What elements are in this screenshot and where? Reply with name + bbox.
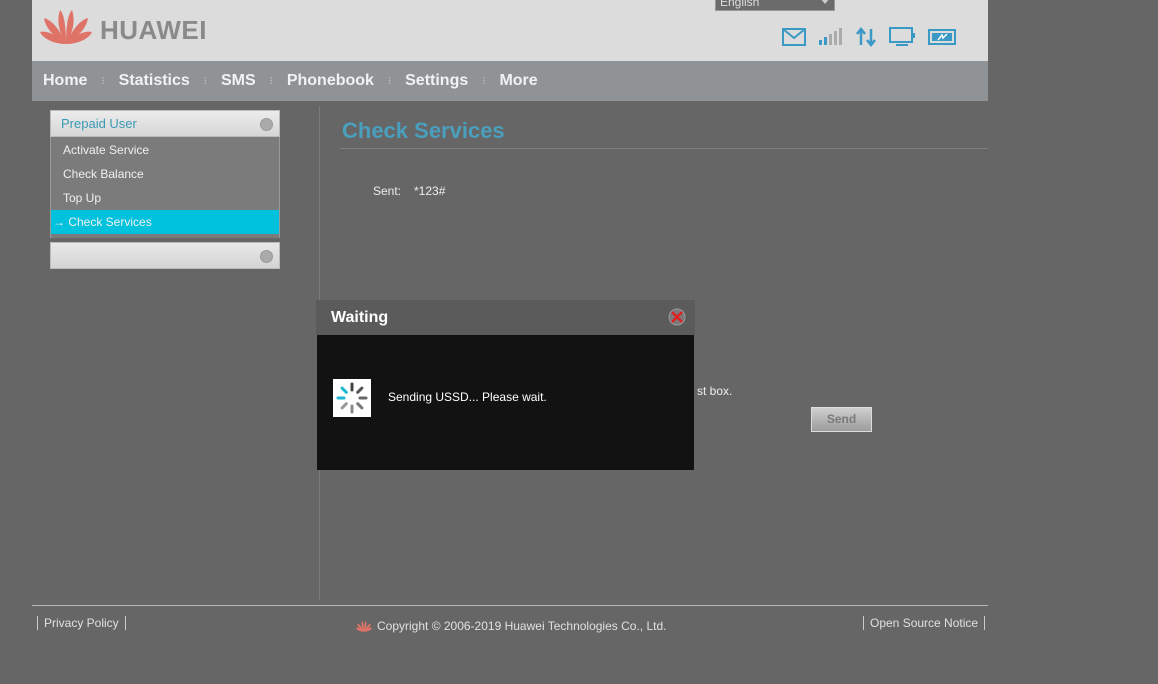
copyright-text: Copyright © 2006-2019 Huawei Technologie…	[377, 619, 667, 633]
footer-divider	[32, 605, 988, 606]
data-transfer-icon	[856, 27, 876, 47]
chevron-down-icon	[820, 0, 830, 4]
sidebar-section-header[interactable]: Prepaid User	[50, 110, 280, 137]
huawei-logo-icon	[40, 10, 92, 44]
nav-separator: ⁝	[482, 75, 486, 87]
dialog-body: Sending USSD... Please wait.	[317, 335, 694, 470]
privacy-policy-link[interactable]: Privacy Policy	[37, 616, 126, 630]
envelope-icon[interactable]	[782, 28, 806, 46]
language-select[interactable]: English	[715, 0, 835, 11]
dialog-message: Sending USSD... Please wait.	[388, 390, 547, 404]
page-title: Check Services	[342, 118, 505, 143]
hint-text: st box.	[697, 384, 733, 398]
sidebar-item-top-up[interactable]: Top Up	[51, 186, 279, 210]
brand-name: HUAWEI	[100, 15, 207, 45]
main-nav: Home ⁝ Statistics ⁝ SMS ⁝ Phonebook ⁝ Se…	[32, 61, 988, 101]
title-divider	[340, 148, 988, 149]
sent-value: *123#	[414, 184, 446, 198]
sidebar: Prepaid User Activate Service Check Bala…	[50, 110, 280, 269]
open-source-notice-link[interactable]: Open Source Notice	[863, 616, 986, 630]
nav-separator: ⁝	[387, 75, 392, 87]
monitor-icon	[888, 27, 916, 47]
sidebar-item-check-services[interactable]: → Check Services	[51, 210, 279, 234]
sidebar-menu: Activate Service Check Balance Top Up → …	[50, 137, 280, 238]
dialog-title: Waiting	[331, 309, 389, 326]
loading-spinner-icon	[333, 379, 371, 417]
header-bar: HUAWEI English	[32, 0, 988, 61]
close-icon[interactable]	[667, 307, 687, 327]
language-value: English	[720, 0, 760, 9]
sidebar-item-activate-service[interactable]: Activate Service	[51, 138, 279, 162]
nav-settings[interactable]: Settings	[405, 72, 468, 90]
nav-home[interactable]: Home	[43, 72, 87, 90]
send-button[interactable]: Send	[811, 407, 872, 432]
status-icons	[782, 26, 958, 48]
nav-phonebook[interactable]: Phonebook	[287, 72, 374, 90]
sent-label: Sent:	[373, 184, 402, 198]
collapse-icon[interactable]	[260, 118, 273, 131]
huawei-small-logo-icon	[355, 620, 373, 632]
copyright: Copyright © 2006-2019 Huawei Technologie…	[355, 619, 666, 633]
nav-separator: ⁝	[101, 75, 105, 87]
sidebar-section-title: Prepaid User	[61, 116, 137, 131]
dialog-header: Waiting	[316, 300, 695, 335]
signal-strength-icon	[818, 28, 844, 46]
sidebar-section-header-collapsed[interactable]	[50, 242, 280, 269]
nav-sms[interactable]: SMS	[221, 72, 256, 90]
sidebar-item-check-balance[interactable]: Check Balance	[51, 162, 279, 186]
nav-statistics[interactable]: Statistics	[119, 72, 190, 90]
nav-separator: ⁝	[269, 75, 273, 87]
nav-separator: ⁝	[203, 75, 207, 87]
battery-icon	[928, 28, 958, 46]
expand-icon[interactable]	[260, 250, 273, 263]
nav-more[interactable]: More	[499, 72, 537, 90]
